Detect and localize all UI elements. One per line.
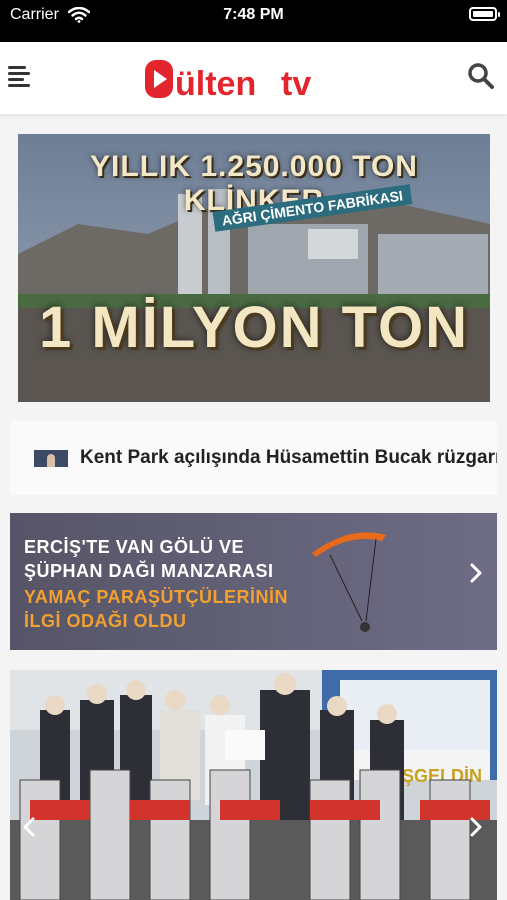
ticker-headline[interactable]: Kent Park açılışında Hüsamettin Bucak rü… (80, 447, 497, 469)
promo-line-4: İLGİ ODAĞI OLDU (24, 611, 187, 631)
chevron-right-icon[interactable] (467, 815, 485, 839)
promo-line-1: ERCİŞ'TE VAN GÖLÜ VE (24, 537, 244, 557)
svg-text:ülten: ülten (175, 65, 256, 102)
svg-text:tv: tv (281, 65, 311, 102)
chevron-left-icon[interactable] (20, 815, 38, 839)
promo-slider[interactable]: ERCİŞ'TE VAN GÖLÜ VE ŞÜPHAN DAĞI MANZARA… (10, 513, 497, 650)
battery-icon (469, 7, 500, 21)
app-header: ülten tv (0, 42, 507, 114)
ticker-thumbnail (34, 450, 68, 467)
clock: 7:48 PM (223, 6, 284, 23)
promo-line-2: ŞÜPHAN DAĞI MANZARASI (24, 561, 274, 581)
bultentv-logo[interactable]: ülten tv (142, 56, 342, 102)
featured-banner[interactable]: YILLIK 1.250.000 TON KLİNKER AĞRI ÇİMENT… (18, 134, 490, 402)
photo-slider[interactable]: HOŞGELDİN (10, 670, 497, 900)
search-icon[interactable] (467, 62, 495, 90)
menu-icon[interactable] (8, 64, 32, 88)
banner-headline-big: 1 MİLYON TON (38, 295, 470, 360)
status-bar: Carrier 7:48 PM (0, 0, 507, 42)
news-ticker[interactable]: Kent Park açılışında Hüsamettin Bucak rü… (10, 421, 497, 495)
promo-line-3: YAMAÇ PARAŞÜTÇÜLERİNİN (24, 587, 289, 607)
event-photo: HOŞGELDİN (10, 670, 497, 900)
chevron-right-icon[interactable] (467, 561, 485, 585)
